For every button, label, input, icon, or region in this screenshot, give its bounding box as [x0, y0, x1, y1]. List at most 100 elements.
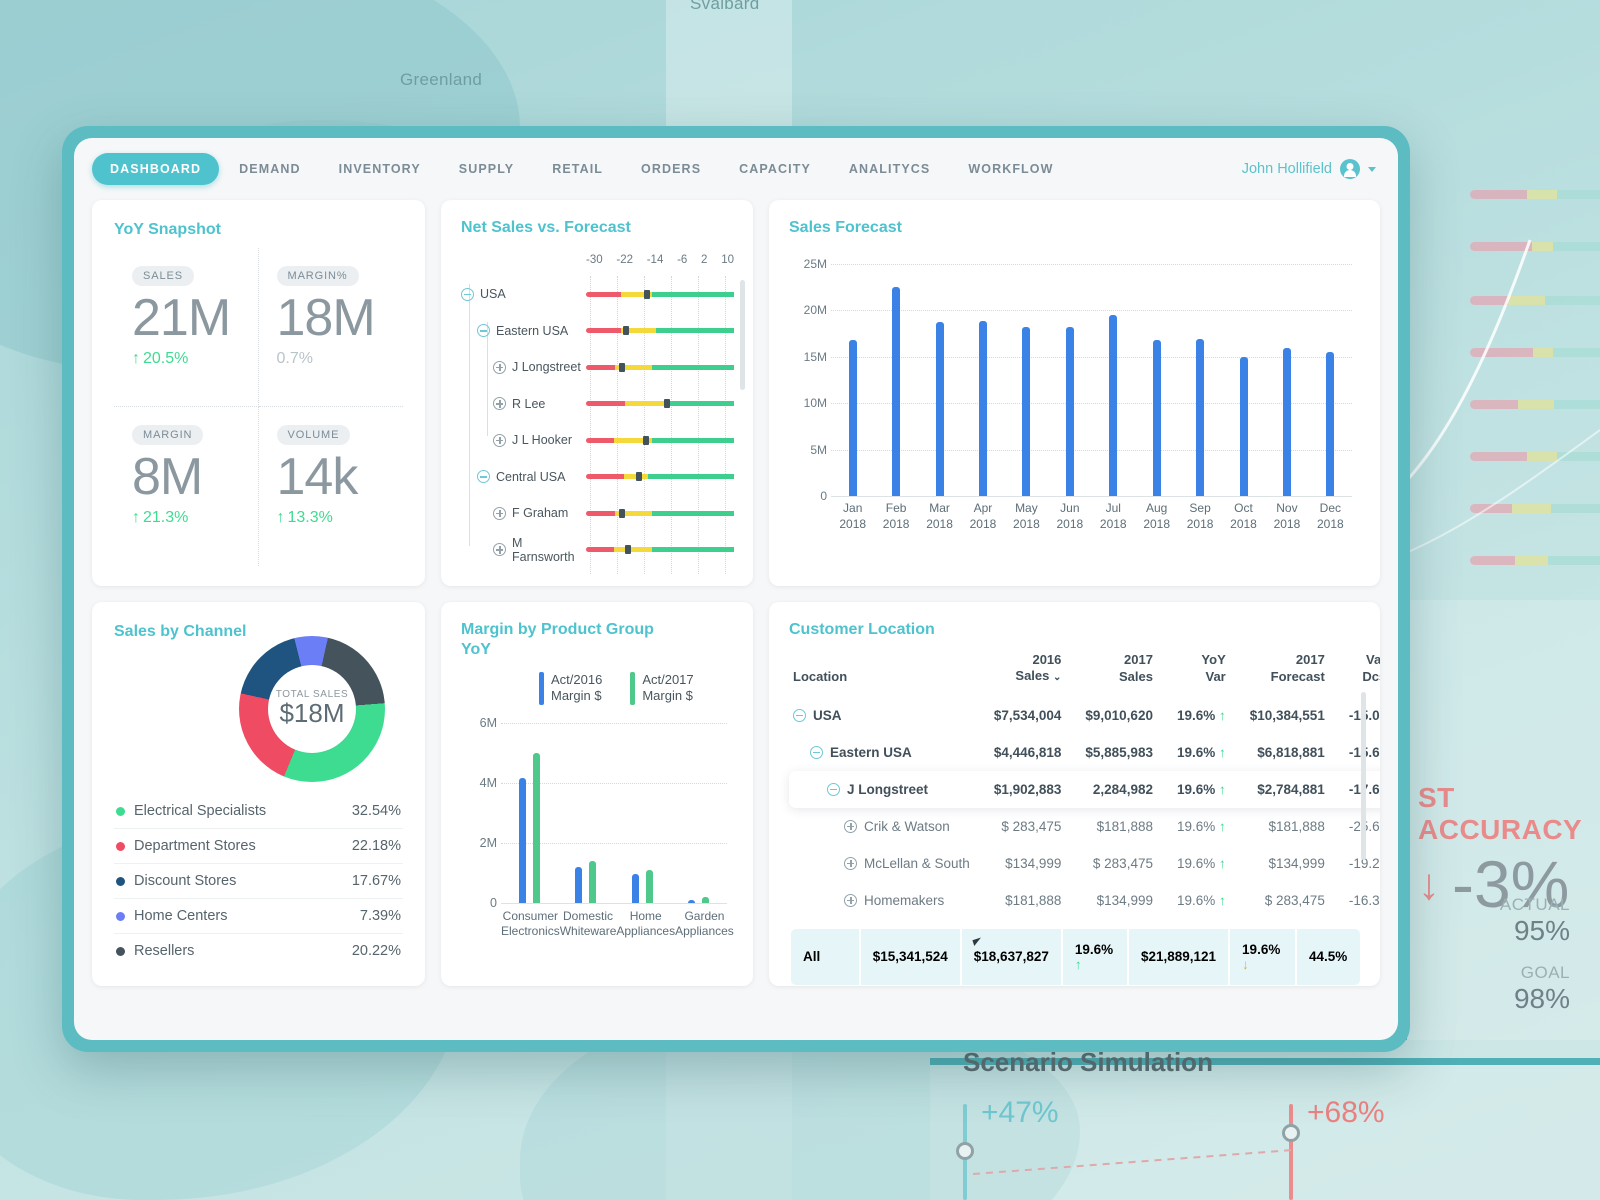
- collapse-icon[interactable]: [461, 287, 474, 301]
- y-tick: 25M: [803, 257, 827, 271]
- account-circle-icon: [1340, 159, 1360, 179]
- bar-group[interactable]: [614, 723, 671, 903]
- bar[interactable]: [688, 899, 696, 903]
- legend-row[interactable]: Resellers 20.22%: [114, 934, 403, 968]
- bar-column[interactable]: [831, 264, 874, 496]
- bullet-bar: [586, 326, 734, 336]
- bar-column[interactable]: [1178, 264, 1221, 496]
- expand-icon[interactable]: [493, 360, 506, 374]
- kpi-value: 18M: [276, 289, 376, 347]
- bar[interactable]: [1282, 348, 1291, 496]
- bullet-row[interactable]: USA: [461, 276, 753, 313]
- bar-column[interactable]: [961, 264, 1004, 496]
- legend-row[interactable]: Department Stores 22.18%: [114, 829, 403, 864]
- legend-label: Resellers: [134, 943, 195, 959]
- table-row[interactable]: Crik & Watson $ 283,475 $181,888 19.6% ↑ $18…: [789, 808, 1380, 845]
- card-net-sales-forecast: Net Sales vs. Forecast -30 -22 -14 -6 2 10 US…: [441, 200, 753, 586]
- bar-group[interactable]: [558, 723, 615, 903]
- column-header[interactable]: 2016 Sales ⌄: [982, 650, 1074, 697]
- tab-workflow[interactable]: WORKFLOW: [950, 153, 1071, 185]
- expand-icon[interactable]: [493, 397, 506, 411]
- bar[interactable]: [935, 322, 944, 496]
- bar[interactable]: [532, 752, 540, 903]
- bullet-row[interactable]: J Longstreet: [461, 349, 753, 386]
- tab-capacity[interactable]: CAPACITY: [721, 153, 829, 185]
- bar-group[interactable]: [501, 723, 558, 903]
- bar-column[interactable]: [1265, 264, 1308, 496]
- bullet-marker: [636, 472, 643, 482]
- bar[interactable]: [1152, 340, 1161, 496]
- bar-column[interactable]: [1309, 264, 1352, 496]
- bar-column[interactable]: [1092, 264, 1135, 496]
- table-row[interactable]: Homemakers $181,888 $134,999 19.6% ↑ $ 283,4…: [789, 882, 1380, 919]
- bar[interactable]: [631, 874, 639, 903]
- tab-demand[interactable]: DEMAND: [221, 153, 318, 185]
- tab-orders[interactable]: ORDERS: [623, 153, 719, 185]
- column-header[interactable]: 2017 Forecast: [1238, 650, 1337, 697]
- legend-row[interactable]: Home Centers 7.39%: [114, 899, 403, 934]
- table-row[interactable]: McLellan & South $134,999 $ 283,475 19.6% ↑…: [789, 845, 1380, 882]
- column-header[interactable]: Var toDcst%: [1337, 650, 1380, 697]
- donut-center-value: $18M: [279, 698, 345, 728]
- bar-column[interactable]: [1135, 264, 1178, 496]
- vertical-scrollbar[interactable]: [740, 280, 745, 390]
- bar[interactable]: [1239, 356, 1248, 496]
- tab-supply[interactable]: SUPPLY: [441, 153, 532, 185]
- bar[interactable]: [978, 320, 987, 496]
- vertical-scrollbar[interactable]: [1361, 692, 1366, 860]
- expand-icon[interactable]: [493, 433, 506, 447]
- bar[interactable]: [589, 860, 597, 903]
- bullet-row[interactable]: R Lee: [461, 386, 753, 423]
- bullet-row[interactable]: J L Hooker: [461, 422, 753, 459]
- bar-column[interactable]: [918, 264, 961, 496]
- column-header[interactable]: 2017 Sales: [1073, 650, 1165, 697]
- bar[interactable]: [518, 778, 526, 903]
- tab-dashboard[interactable]: DASHBOARD: [92, 153, 220, 185]
- collapse-icon[interactable]: [477, 470, 490, 484]
- expand-icon[interactable]: [493, 543, 506, 557]
- collapse-icon[interactable]: [477, 324, 490, 338]
- bar-group[interactable]: [671, 723, 728, 903]
- bullet-row[interactable]: Central USA: [461, 459, 753, 496]
- bar[interactable]: [1065, 327, 1074, 496]
- tab-retail[interactable]: RETAIL: [534, 153, 621, 185]
- donut-chart[interactable]: TOTAL SALES $18M: [239, 636, 385, 782]
- bar[interactable]: [892, 287, 901, 496]
- tab-analitycs[interactable]: ANALITYCS: [831, 153, 948, 185]
- expand-icon[interactable]: [844, 856, 857, 870]
- column-header[interactable]: Location: [789, 650, 982, 697]
- bar-column[interactable]: [1048, 264, 1091, 496]
- bullet-row[interactable]: M Farnsworth: [461, 532, 753, 569]
- bar[interactable]: [1196, 339, 1205, 496]
- collapse-icon[interactable]: [827, 782, 840, 796]
- legend-row[interactable]: Electrical Specialists 32.54%: [114, 794, 403, 829]
- bar[interactable]: [848, 340, 857, 496]
- bullet-row[interactable]: Eastern USA: [461, 313, 753, 350]
- down-arrow-icon: ↓: [1242, 956, 1249, 972]
- x-axis-line: [501, 902, 727, 904]
- bar[interactable]: [702, 897, 710, 903]
- collapse-icon[interactable]: [793, 708, 806, 722]
- expand-icon[interactable]: [493, 506, 506, 520]
- bar[interactable]: [1326, 352, 1335, 496]
- tab-inventory[interactable]: INVENTORY: [321, 153, 439, 185]
- bar[interactable]: [1109, 315, 1118, 496]
- collapse-icon[interactable]: [810, 745, 823, 759]
- table-row[interactable]: Eastern USA $4,446,818 $5,885,983 19.6% ↑ $6…: [789, 734, 1380, 771]
- bar-column[interactable]: [1005, 264, 1048, 496]
- table-row[interactable]: J Longstreet $1,902,883 2,284,982 19.6% ↑ $2…: [789, 770, 1380, 808]
- bar-column[interactable]: [874, 264, 917, 496]
- bullet-segment-bad: [586, 401, 625, 407]
- user-menu[interactable]: John Hollifield: [1242, 159, 1376, 179]
- bullet-row[interactable]: F Graham: [461, 495, 753, 532]
- bar-column[interactable]: [1222, 264, 1265, 496]
- bar[interactable]: [575, 866, 583, 903]
- column-header[interactable]: YoY Var: [1165, 650, 1238, 697]
- legend-row[interactable]: Discount Stores 17.67%: [114, 864, 403, 899]
- expand-icon[interactable]: [844, 893, 857, 907]
- table-row[interactable]: USA $7,534,004 $9,010,620 19.6% ↑ $10,384,55…: [789, 697, 1380, 734]
- bar[interactable]: [1022, 327, 1031, 496]
- bullet-tick: 2: [701, 254, 708, 266]
- bar[interactable]: [645, 869, 653, 903]
- expand-icon[interactable]: [844, 819, 857, 833]
